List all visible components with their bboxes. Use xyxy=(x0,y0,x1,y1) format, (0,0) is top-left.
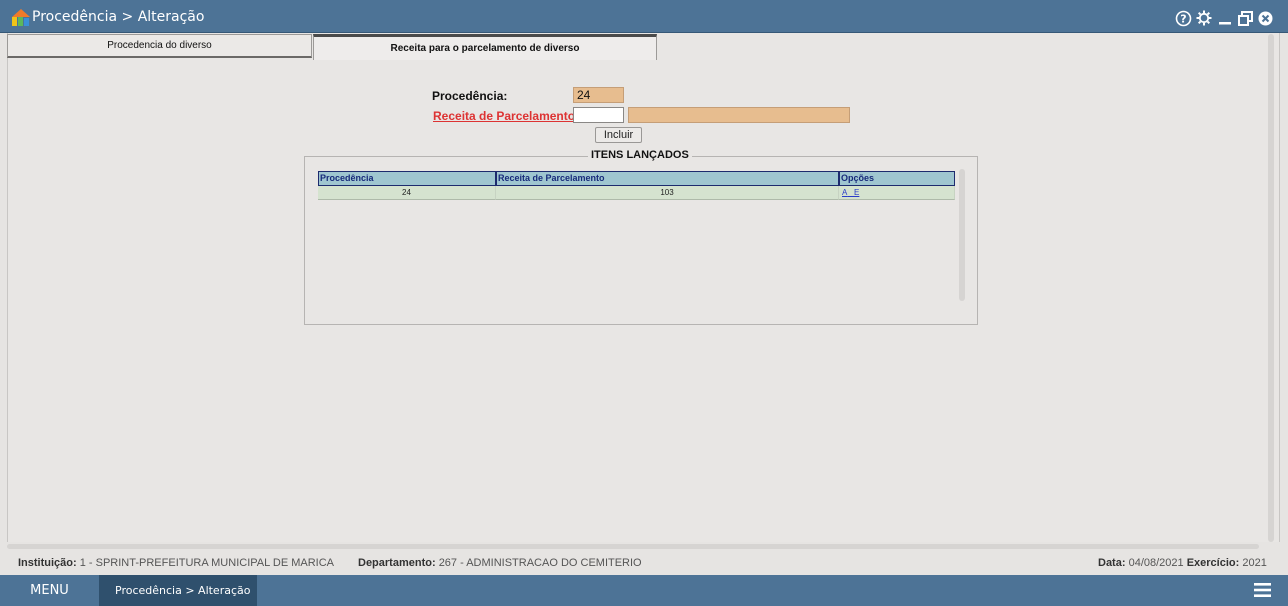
vertical-scrollbar[interactable] xyxy=(1268,34,1274,542)
cell-procedencia: 24 xyxy=(318,186,496,200)
departamento-info: Departamento: 267 - ADMINISTRACAO DO CEM… xyxy=(358,557,642,569)
hamburger-menu-icon[interactable] xyxy=(1254,583,1271,597)
instituicao-value: 1 - SPRINT-PREFEITURA MUNICIPAL DE MARIC… xyxy=(79,557,334,569)
open-window-tab[interactable]: Procedência > Alteração xyxy=(99,575,257,606)
exercicio-value: 2021 xyxy=(1242,557,1267,569)
close-icon[interactable] xyxy=(1256,9,1274,27)
header-opcoes[interactable]: Opções xyxy=(839,171,955,186)
departamento-value: 267 - ADMINISTRACAO DO CEMITERIO xyxy=(438,557,642,569)
receita-description-field xyxy=(628,107,850,123)
tab-receita-parcelamento[interactable]: Receita para o parcelamento de diverso xyxy=(313,34,657,60)
header-procedencia[interactable]: Procedência xyxy=(318,171,496,186)
cell-receita: 103 xyxy=(496,186,839,200)
data-label: Data: xyxy=(1098,557,1126,569)
procedencia-label: Procedência: xyxy=(432,89,508,103)
itens-grid: Procedência Receita de Parcelamento Opçõ… xyxy=(318,171,955,200)
header-receita-parcelamento[interactable]: Receita de Parcelamento xyxy=(496,171,839,186)
grid-scrollbar[interactable] xyxy=(959,169,965,301)
receita-code-input[interactable] xyxy=(573,107,624,123)
menu-button[interactable]: MENU xyxy=(0,575,99,606)
horizontal-scrollbar[interactable] xyxy=(7,544,1259,549)
itens-lancados-legend: ITENS LANÇADOS xyxy=(588,149,692,161)
minimize-icon[interactable] xyxy=(1216,9,1234,27)
exercicio-label: Exercício: xyxy=(1186,557,1240,569)
restore-icon[interactable] xyxy=(1236,9,1254,27)
instituicao-info: Instituição: 1 - SPRINT-PREFEITURA MUNIC… xyxy=(18,557,334,569)
instituicao-label: Instituição: xyxy=(18,557,77,569)
window-title: Procedência > Alteração xyxy=(32,9,205,25)
grid-header: Procedência Receita de Parcelamento Opçõ… xyxy=(318,171,955,186)
title-bar: Procedência > Alteração ? xyxy=(0,0,1288,33)
app-logo-icon xyxy=(12,9,30,26)
alterar-link[interactable]: A xyxy=(842,188,847,197)
gear-icon[interactable] xyxy=(1195,9,1213,27)
svg-text:?: ? xyxy=(1180,12,1186,25)
tab-procedencia-do-diverso[interactable]: Procedencia do diverso xyxy=(7,34,312,58)
excluir-link[interactable]: E xyxy=(854,188,859,197)
table-row: 24 103 A E xyxy=(318,186,955,200)
cell-opcoes: A E xyxy=(839,186,955,200)
data-exercicio-info: Data: 04/08/2021 Exercício: 2021 xyxy=(1098,557,1267,569)
taskbar: MENU Procedência > Alteração xyxy=(0,575,1288,606)
help-icon[interactable]: ? xyxy=(1174,9,1192,27)
status-bar: Instituição: 1 - SPRINT-PREFEITURA MUNIC… xyxy=(0,552,1288,574)
data-value: 04/08/2021 xyxy=(1128,557,1184,569)
departamento-label: Departamento: xyxy=(358,557,436,569)
procedencia-field: 24 xyxy=(573,87,624,103)
receita-parcelamento-link[interactable]: Receita de Parcelamento: xyxy=(433,109,579,123)
incluir-button[interactable]: Incluir xyxy=(595,127,642,143)
